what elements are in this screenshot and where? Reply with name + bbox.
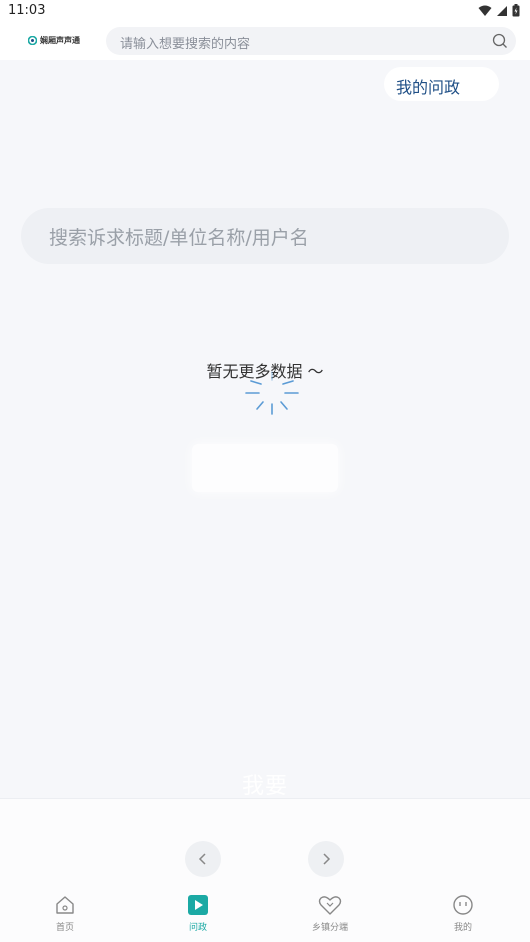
tab-mine[interactable]: 我的 — [423, 894, 503, 933]
status-time: 11:03 — [8, 3, 46, 18]
home-icon — [56, 896, 74, 914]
content-search-placeholder: 搜索诉求标题/单位名称/用户名 — [49, 227, 309, 249]
tab-home[interactable]: 首页 — [25, 894, 105, 933]
chevron-left-icon — [198, 853, 206, 865]
content-search-input[interactable]: 搜索诉求标题/单位名称/用户名 — [21, 208, 509, 264]
my-wenzheng-label: 我的问政 — [396, 78, 461, 97]
app-logo: 娴厢声声通 — [28, 35, 80, 46]
my-wenzheng-button[interactable]: 我的问政 — [384, 67, 499, 101]
battery-icon — [512, 4, 520, 17]
play-square-icon — [188, 895, 208, 915]
ask-button-label[interactable]: 我要 — [0, 768, 530, 800]
heart-icon — [318, 896, 342, 915]
placeholder-card — [192, 444, 338, 492]
signal-icon — [497, 5, 507, 16]
previous-button[interactable] — [185, 841, 221, 877]
logo-mark-icon — [28, 36, 37, 45]
wifi-icon — [478, 5, 492, 16]
next-button[interactable] — [308, 841, 344, 877]
tab-wenzheng-label: 问政 — [188, 923, 207, 933]
face-icon — [453, 895, 473, 915]
logo-text: 娴厢声声通 — [40, 36, 80, 45]
app-header: 娴厢声声通 请输入想要搜索的内容 — [0, 22, 530, 60]
chevron-right-icon — [323, 853, 331, 865]
bottom-tab-bar: 首页 问政 乡镇分端 我的 — [0, 884, 530, 942]
tab-township-label: 乡镇分端 — [311, 923, 348, 933]
search-icon[interactable] — [492, 33, 508, 49]
tab-home-label: 首页 — [55, 923, 74, 933]
tab-township[interactable]: 乡镇分端 — [290, 894, 370, 933]
header-search-placeholder: 请输入想要搜索的内容 — [120, 37, 251, 52]
loading-spinner-icon — [245, 371, 299, 415]
status-bar: 11:03 — [0, 0, 530, 22]
tab-mine-label: 我的 — [453, 923, 472, 933]
header-search-bar[interactable]: 请输入想要搜索的内容 — [106, 27, 516, 55]
status-icons — [478, 4, 520, 17]
tab-wenzheng[interactable]: 问政 — [158, 894, 238, 933]
